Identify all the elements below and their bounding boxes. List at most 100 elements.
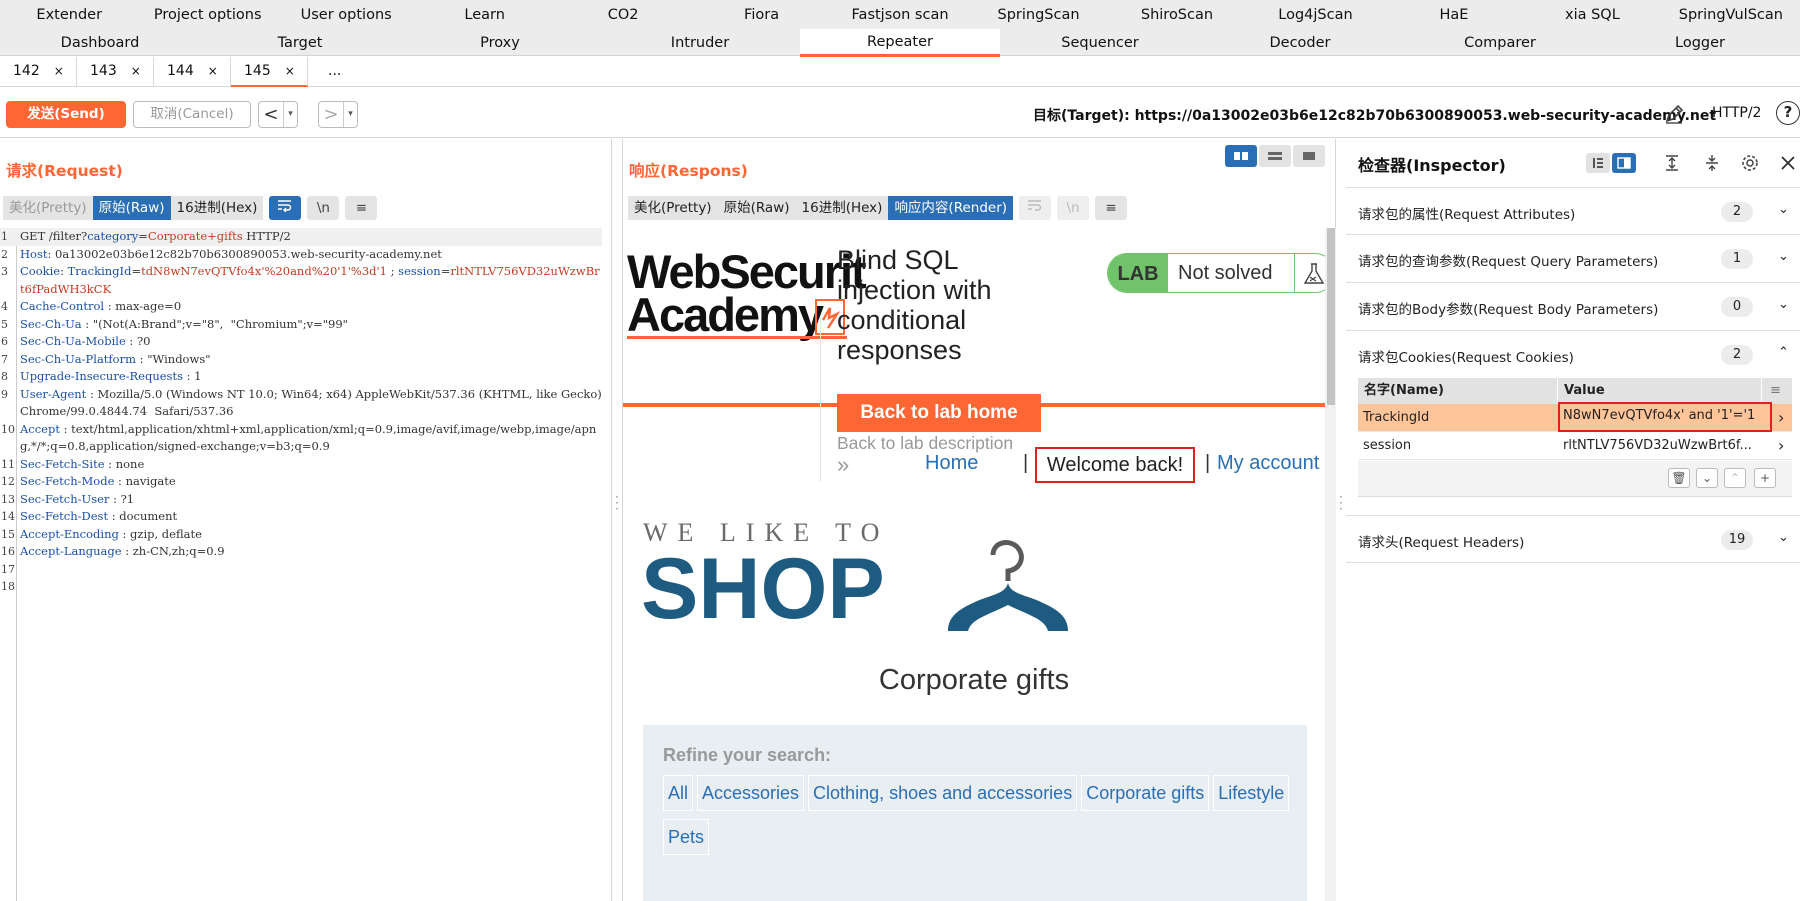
top-tab[interactable]: Repeater bbox=[800, 29, 1000, 57]
top-tab[interactable]: Dashboard bbox=[0, 29, 200, 57]
my-account-link[interactable]: My account bbox=[1217, 452, 1319, 475]
panel-view-icon[interactable] bbox=[1612, 153, 1636, 173]
request-line[interactable]: 15 Accept-Encoding : gzip, deflate bbox=[0, 526, 602, 544]
filter-link[interactable]: Pets bbox=[663, 819, 710, 855]
tab-raw[interactable]: 原始(Raw) bbox=[717, 196, 796, 220]
section-query-parameters[interactable]: 请求包的查询参数(Request Query Parameters) 1 ⌄ bbox=[1346, 235, 1800, 283]
filter-link[interactable]: Accessories bbox=[697, 775, 805, 811]
back-to-lab-description-link[interactable]: Back to lab description bbox=[837, 433, 1013, 454]
request-line[interactable]: 8 Upgrade-Insecure-Requests : 1 bbox=[0, 368, 602, 386]
section-request-cookies[interactable]: 请求包Cookies(Request Cookies) 2 ⌃ bbox=[1346, 331, 1800, 379]
tab-pretty[interactable]: 美化(Pretty) bbox=[3, 196, 93, 220]
cancel-button[interactable]: 取消(Cancel) bbox=[133, 101, 251, 128]
top-tab[interactable]: Learn bbox=[415, 1, 553, 29]
request-line[interactable]: 18 bbox=[0, 578, 602, 596]
tab-hex[interactable]: 16进制(Hex) bbox=[170, 196, 264, 220]
send-button[interactable]: 发送(Send) bbox=[6, 101, 126, 128]
top-tab[interactable]: Decoder bbox=[1200, 29, 1400, 57]
chevron-down-icon[interactable]: ⌄ bbox=[1778, 297, 1789, 312]
request-line[interactable]: 1 GET /filter?category=Corporate+gifts HT… bbox=[0, 228, 602, 246]
help-icon[interactable]: ? bbox=[1776, 101, 1800, 125]
request-line[interactable]: 2 Host: 0a13002e03b6e12c82b70b6300890053.… bbox=[0, 246, 602, 264]
top-tab[interactable]: Intruder bbox=[600, 29, 800, 57]
move-up-icon[interactable]: ⌃ bbox=[1724, 468, 1746, 488]
chevron-down-icon[interactable]: ▾ bbox=[343, 102, 357, 127]
chevron-right-icon[interactable]: › bbox=[1772, 432, 1792, 459]
top-tab[interactable]: Comparer bbox=[1400, 29, 1600, 57]
edit-target-icon[interactable] bbox=[1663, 103, 1685, 125]
repeater-tab[interactable]: 145 × bbox=[231, 57, 308, 87]
top-tab[interactable]: Proxy bbox=[400, 29, 600, 57]
request-line[interactable]: 10 Accept : text/html,application/xhtml+x… bbox=[0, 421, 602, 456]
close-icon[interactable]: × bbox=[131, 64, 141, 78]
section-request-attributes[interactable]: 请求包的属性(Request Attributes) 2 ⌄ bbox=[1346, 187, 1800, 235]
top-tab[interactable]: Fastjson scan bbox=[831, 1, 969, 29]
delete-icon[interactable]: 🗑 bbox=[1668, 468, 1690, 488]
cookie-value[interactable]: N8wN7evQTVfo4x' and '1'='1 bbox=[1558, 402, 1772, 432]
top-tab[interactable]: User options bbox=[277, 1, 415, 29]
request-line[interactable]: 17 bbox=[0, 561, 602, 579]
splitter[interactable]: · · · bbox=[612, 139, 622, 901]
top-tab[interactable]: Fiora bbox=[692, 1, 830, 29]
list-view-icon[interactable] bbox=[1586, 153, 1610, 173]
single-pane-icon[interactable] bbox=[1293, 145, 1325, 167]
repeater-tab[interactable]: 143 × bbox=[77, 57, 154, 87]
chevron-down-icon[interactable]: ⌄ bbox=[1778, 530, 1789, 545]
top-tab[interactable]: xia SQL bbox=[1523, 1, 1661, 29]
request-line[interactable]: 11 Sec-Fetch-Site : none bbox=[0, 456, 602, 474]
cookie-value[interactable]: rltNTLV756VD32uWzwBrt6f... bbox=[1558, 432, 1772, 459]
top-tab[interactable]: ShiroScan bbox=[1108, 1, 1246, 29]
history-forward-button[interactable]: > ▾ bbox=[318, 101, 358, 128]
split-vertical-icon[interactable] bbox=[1259, 145, 1291, 167]
filter-link[interactable]: Lifestyle bbox=[1213, 775, 1290, 811]
menu-icon[interactable]: ≡ bbox=[345, 196, 378, 220]
move-down-icon[interactable]: ⌄ bbox=[1696, 468, 1718, 488]
top-tab[interactable]: Extender bbox=[0, 1, 138, 29]
tab-hex[interactable]: 16进制(Hex) bbox=[795, 196, 889, 220]
repeater-tab[interactable]: 144 × bbox=[154, 57, 231, 87]
splitter[interactable]: · · · bbox=[1336, 139, 1346, 901]
wrap-lines-icon[interactable] bbox=[269, 196, 302, 220]
section-body-parameters[interactable]: 请求包的Body参数(Request Body Parameters) 0 ⌄ bbox=[1346, 283, 1800, 331]
nav-home-link[interactable]: Home bbox=[925, 452, 978, 475]
tab-raw[interactable]: 原始(Raw) bbox=[92, 196, 171, 220]
request-line[interactable]: 14 Sec-Fetch-Dest : document bbox=[0, 508, 602, 526]
collapse-all-icon[interactable] bbox=[1700, 153, 1724, 173]
http-version[interactable]: HTTP/2 bbox=[1712, 105, 1761, 121]
section-request-headers[interactable]: 请求头(Request Headers) 19 ⌄ bbox=[1346, 515, 1800, 563]
chevron-right-icon[interactable]: › bbox=[1772, 404, 1792, 431]
newline-toggle-icon[interactable]: \n bbox=[307, 196, 340, 220]
request-line[interactable]: 13 Sec-Fetch-User : ?1 bbox=[0, 491, 602, 509]
top-tab[interactable]: SpringVulScan bbox=[1662, 1, 1800, 29]
request-line[interactable]: 6 Sec-Ch-Ua-Mobile : ?0 bbox=[0, 333, 602, 351]
back-to-lab-home-button[interactable]: Back to lab home bbox=[837, 394, 1041, 432]
add-icon[interactable]: + bbox=[1754, 468, 1776, 488]
request-editor[interactable]: 1 GET /filter?category=Corporate+gifts HT… bbox=[0, 228, 602, 901]
top-tab[interactable]: Sequencer bbox=[1000, 29, 1200, 57]
request-line[interactable]: 4 Cache-Control : max-age=0 bbox=[0, 298, 602, 316]
cookie-row[interactable]: session rltNTLV756VD32uWzwBrt6f... › bbox=[1358, 432, 1792, 460]
settings-gear-icon[interactable] bbox=[1738, 153, 1762, 173]
top-tab[interactable]: Target bbox=[200, 29, 400, 57]
filter-link[interactable]: All bbox=[663, 775, 694, 811]
top-tab[interactable]: SpringScan bbox=[969, 1, 1107, 29]
filter-link[interactable]: Clothing, shoes and accessories bbox=[808, 775, 1078, 811]
request-line[interactable]: 3 Cookie: TrackingId=tdN8wN7evQTVfo4x'%20… bbox=[0, 263, 602, 298]
request-line[interactable]: 5 Sec-Ch-Ua : "(Not(A:Brand";v="8", "Chro… bbox=[0, 316, 602, 334]
top-tab[interactable]: HaE bbox=[1385, 1, 1523, 29]
request-line[interactable]: 16 Accept-Language : zh-CN,zh;q=0.9 bbox=[0, 543, 602, 561]
scrollbar-thumb[interactable] bbox=[1327, 228, 1335, 405]
close-icon[interactable]: × bbox=[208, 64, 218, 78]
request-line[interactable]: 9 User-Agent : Mozilla/5.0 (Windows NT 10… bbox=[0, 386, 602, 421]
menu-icon[interactable]: ≡ bbox=[1095, 196, 1128, 220]
request-line[interactable]: 7 Sec-Ch-Ua-Platform : "Windows" bbox=[0, 351, 602, 369]
more-tabs-button[interactable]: ... bbox=[308, 57, 385, 87]
close-icon[interactable] bbox=[1776, 153, 1800, 173]
cookie-row[interactable]: TrackingId N8wN7evQTVfo4x' and '1'='1 › bbox=[1358, 402, 1792, 432]
tab-pretty[interactable]: 美化(Pretty) bbox=[628, 196, 718, 220]
chevron-up-icon[interactable]: ⌃ bbox=[1778, 345, 1789, 360]
close-icon[interactable]: × bbox=[285, 64, 295, 78]
expand-all-icon[interactable] bbox=[1660, 153, 1684, 173]
chevron-down-icon[interactable]: ▾ bbox=[283, 102, 297, 127]
history-back-button[interactable]: < ▾ bbox=[258, 101, 298, 128]
